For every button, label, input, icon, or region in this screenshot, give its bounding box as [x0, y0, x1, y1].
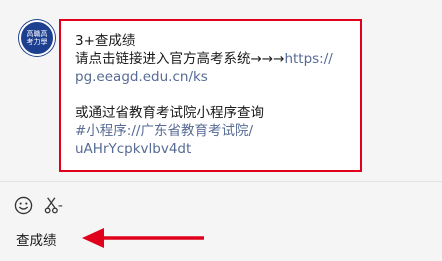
emoji-icon[interactable] [13, 195, 33, 215]
arrow-annotation [82, 228, 204, 248]
instruction-text: 请点击链接进入官方高考系统→→→ [75, 51, 285, 67]
mini-program-link-part2[interactable]: uAHrYcpkvlbv4dt [75, 140, 355, 158]
input-area[interactable]: 查成绩 [0, 182, 442, 261]
avatar-text: 高職高考力學 [26, 30, 48, 46]
message-input[interactable]: 查成绩 [16, 229, 57, 249]
avatar[interactable]: 高職高考力學 [19, 20, 55, 56]
chat-area: 高職高考力學 3+查成绩 请点击链接进入官方高考系统→→→https:// pg… [0, 0, 442, 181]
url-link-part2[interactable]: pg.eeagd.edu.cn/ks [75, 68, 355, 86]
message-text: 3+查成绩 请点击链接进入官方高考系统→→→https:// pg.eeagd.… [75, 32, 355, 158]
mini-program-link-part1[interactable]: #小程序://广东省教育考试院/ [75, 122, 355, 140]
scissors-icon[interactable] [44, 195, 64, 215]
message-line-alternative: 或通过省教育考试院小程序查询 [75, 105, 264, 121]
message-line-title: 3+查成绩 [75, 33, 136, 49]
message-line-instruction: 请点击链接进入官方高考系统→→→https:// [75, 50, 355, 68]
message-bubble[interactable]: 3+查成绩 请点击链接进入官方高考系统→→→https:// pg.eeagd.… [59, 19, 362, 172]
url-link-part1[interactable]: https:// [284, 51, 332, 67]
